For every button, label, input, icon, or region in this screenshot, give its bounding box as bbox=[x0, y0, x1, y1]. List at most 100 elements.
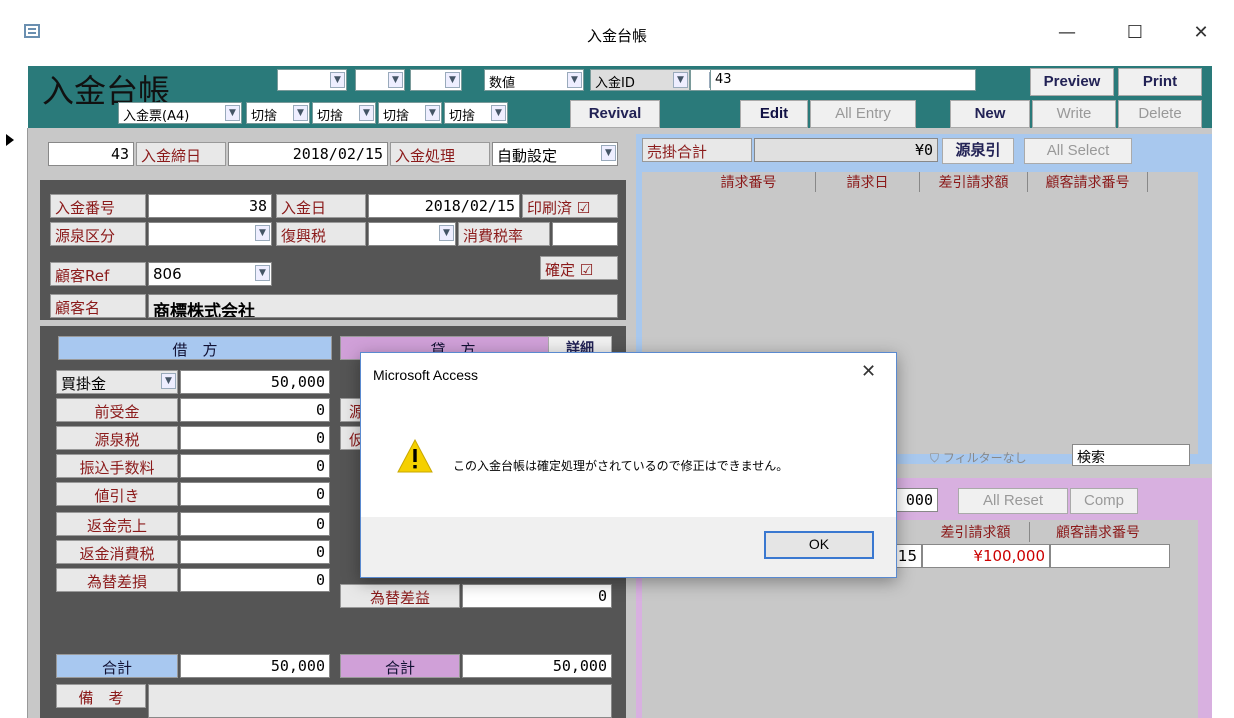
window-title: 入金台帳 bbox=[586, 27, 647, 45]
print-button[interactable]: Print bbox=[1118, 68, 1202, 96]
message-dialog: Microsoft Access ✕ この入金台帳は確定処理がされているので修正… bbox=[360, 352, 897, 578]
grid-col-header: 差引請求額 bbox=[922, 522, 1030, 542]
close-date-field[interactable]: 2018/02/15 bbox=[228, 142, 388, 166]
debit-row-value[interactable]: 0 bbox=[180, 512, 330, 536]
chevron-down-icon: ▼ bbox=[255, 225, 270, 241]
comp-button[interactable]: Comp bbox=[1070, 488, 1138, 514]
record-id-field[interactable]: 43 bbox=[48, 142, 134, 166]
round-combo-1[interactable]: 切捨 ▼ bbox=[246, 102, 310, 124]
chevron-down-icon: ▼ bbox=[255, 265, 270, 281]
debit-total-field[interactable]: 50,000 bbox=[180, 654, 330, 678]
write-button[interactable]: Write bbox=[1032, 100, 1116, 128]
chevron-down-icon: ▼ bbox=[359, 105, 374, 121]
credit-total-label: 合計 bbox=[340, 654, 460, 678]
chevron-down-icon: ▼ bbox=[330, 72, 345, 88]
chevron-down-icon: ▼ bbox=[567, 72, 582, 88]
search-input[interactable]: 検索 bbox=[1072, 444, 1190, 466]
close-button[interactable]: ✕ bbox=[1186, 22, 1216, 43]
ok-button[interactable]: OK bbox=[764, 531, 874, 559]
source-combo[interactable]: ▼ bbox=[148, 222, 272, 246]
recon-tax-label: 復興税 bbox=[276, 222, 366, 246]
recon-tax-combo[interactable]: ▼ bbox=[368, 222, 456, 246]
filter-none-label: フィルターなし bbox=[942, 451, 1027, 465]
filter-combo-2[interactable]: ▼ bbox=[355, 69, 405, 91]
grid-col-header: 請求番号 bbox=[682, 172, 816, 192]
all-select-button[interactable]: All Select bbox=[1024, 138, 1132, 164]
filter-type-combo[interactable]: 数値 ▼ bbox=[484, 69, 584, 91]
debit-row-label: 返金売上 bbox=[56, 512, 178, 536]
debit-row-value[interactable]: 50,000 bbox=[180, 370, 330, 394]
round-value: 切捨 bbox=[251, 109, 278, 124]
debit-row-value[interactable]: 0 bbox=[180, 568, 330, 592]
new-button[interactable]: New bbox=[950, 100, 1030, 128]
grid-cell-amount[interactable]: ¥100,000 bbox=[922, 544, 1050, 568]
all-reset-button[interactable]: All Reset bbox=[958, 488, 1068, 514]
customer-ref-combo[interactable]: 806 ▼ bbox=[148, 262, 272, 286]
fx-gain-label: 為替差益 bbox=[340, 584, 460, 608]
filter-field-value: 入金ID bbox=[595, 76, 635, 91]
invoice-grid-header: 請求番号 請求日 差引請求額 顧客請求番号 bbox=[642, 172, 1198, 192]
report-combo[interactable]: 入金票(A4) ▼ bbox=[118, 102, 242, 124]
debit-account-combo[interactable]: 買掛金 ▼ bbox=[56, 370, 178, 394]
debit-row-value[interactable]: 0 bbox=[180, 482, 330, 506]
tax-rate-field[interactable] bbox=[552, 222, 618, 246]
confirmed-label: 確定 bbox=[545, 261, 576, 279]
round-combo-3[interactable]: 切捨 ▼ bbox=[378, 102, 442, 124]
grid-col-header: 請求日 bbox=[816, 172, 920, 192]
confirmed-checkbox[interactable]: 確定 ☑ bbox=[540, 256, 618, 280]
filter-combo-3[interactable]: ▼ bbox=[410, 69, 462, 91]
record-selector[interactable] bbox=[0, 128, 28, 718]
round-value: 切捨 bbox=[449, 109, 476, 124]
debit-row-value[interactable]: 0 bbox=[180, 540, 330, 564]
dialog-close-button[interactable]: ✕ bbox=[861, 361, 876, 382]
filter-value-input[interactable]: 43 bbox=[710, 69, 976, 91]
payment-no-label: 入金番号 bbox=[50, 194, 146, 218]
round-combo-2[interactable]: 切捨 ▼ bbox=[312, 102, 376, 124]
minimize-button[interactable]: — bbox=[1052, 22, 1082, 43]
filter-icon: ⛉ bbox=[930, 451, 943, 465]
dialog-title: Microsoft Access bbox=[373, 367, 479, 383]
filter-combo-1[interactable]: ▼ bbox=[277, 69, 347, 91]
chevron-down-icon: ▼ bbox=[388, 72, 403, 88]
round-value: 切捨 bbox=[317, 109, 344, 124]
debit-row-label-text: 値引き bbox=[94, 487, 140, 505]
delete-button[interactable]: Delete bbox=[1118, 100, 1202, 128]
remarks-field[interactable] bbox=[148, 684, 612, 718]
printed-checkbox[interactable]: 印刷済 ☑ bbox=[522, 194, 618, 218]
close-date-label: 入金締日 bbox=[136, 142, 226, 166]
fx-gain-field[interactable]: 0 bbox=[462, 584, 612, 608]
ar-total-label: 売掛合計 bbox=[642, 138, 752, 162]
debit-row-value[interactable]: 0 bbox=[180, 426, 330, 450]
customer-ref-value: 806 bbox=[153, 265, 182, 283]
filter-field-combo[interactable]: 入金ID ▼ bbox=[590, 69, 690, 91]
round-combo-4[interactable]: 切捨 ▼ bbox=[444, 102, 508, 124]
ar-total-field[interactable]: ¥0 bbox=[754, 138, 938, 162]
grid-cell-customer-no[interactable] bbox=[1050, 544, 1170, 568]
debit-row-label-text: 為替差損 bbox=[86, 573, 147, 591]
payment-date-label: 入金日 bbox=[276, 194, 366, 218]
grid-col-header: 顧客請求番号 bbox=[1056, 525, 1140, 541]
payment-no-field[interactable]: 38 bbox=[148, 194, 272, 218]
preview-button[interactable]: Preview bbox=[1030, 68, 1114, 96]
debit-row-label: 振込手数料 bbox=[56, 454, 178, 478]
edit-button[interactable]: Edit bbox=[740, 100, 808, 128]
debit-row-label-text: 返金売上 bbox=[86, 517, 147, 535]
dialog-message: この入金台帳は確定処理がされているので修正はできません。 bbox=[453, 459, 789, 473]
customer-name-field[interactable]: 商標株式会社 bbox=[148, 294, 618, 318]
debit-row-value[interactable]: 0 bbox=[180, 398, 330, 422]
credit-total-field[interactable]: 50,000 bbox=[462, 654, 612, 678]
filter-none-indicator[interactable]: ⛉ フィルターなし bbox=[930, 446, 1066, 468]
debit-header: 借 方 bbox=[58, 336, 332, 360]
source-deduct-button[interactable]: 源泉引 bbox=[942, 138, 1014, 164]
debit-total-label: 合計 bbox=[56, 654, 178, 678]
debit-row-value[interactable]: 0 bbox=[180, 454, 330, 478]
revival-button[interactable]: Revival bbox=[570, 100, 660, 128]
process-combo[interactable]: 自動設定 ▼ bbox=[492, 142, 618, 166]
debit-row-label: 返金消費税 bbox=[56, 540, 178, 564]
warning-icon bbox=[397, 439, 433, 473]
customer-name-label: 顧客名 bbox=[50, 294, 146, 318]
all-entry-button[interactable]: All Entry bbox=[810, 100, 916, 128]
payment-date-field[interactable]: 2018/02/15 bbox=[368, 194, 520, 218]
maximize-button[interactable]: ☐ bbox=[1120, 22, 1150, 43]
customer-ref-label: 顧客Ref bbox=[50, 262, 146, 286]
